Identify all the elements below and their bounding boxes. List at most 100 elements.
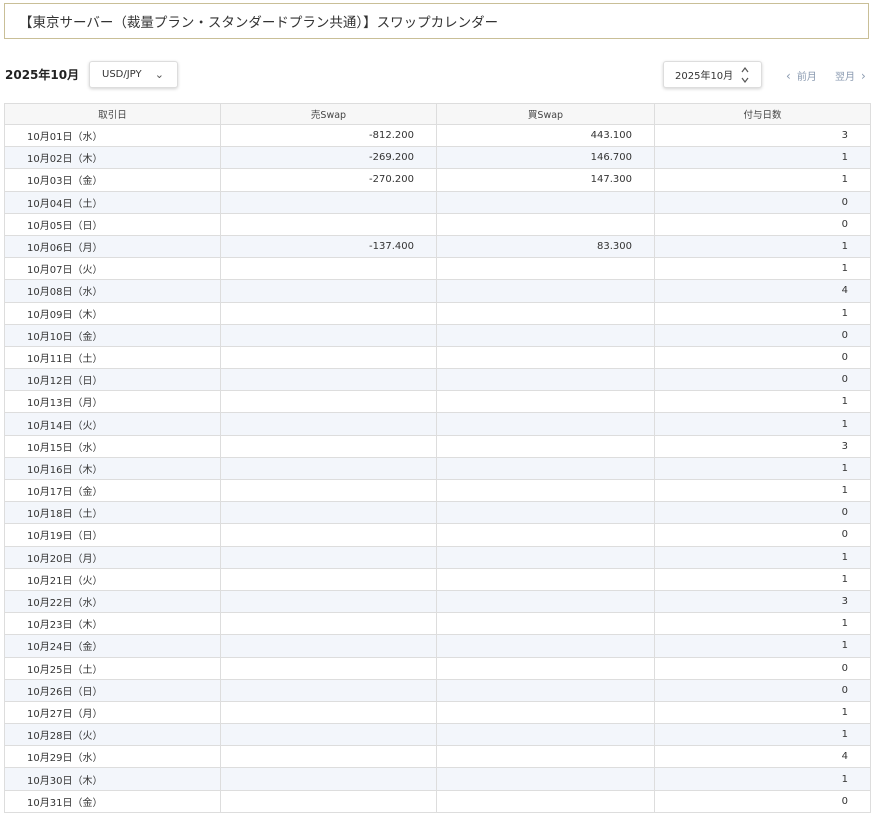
cell-sell-swap — [220, 723, 437, 747]
cell-days: 3 — [654, 123, 871, 148]
cell-buy-swap — [436, 501, 655, 525]
cell-buy-swap — [436, 368, 655, 392]
cell-buy-swap: 443.100 — [436, 123, 655, 148]
page-title: 【東京サーバー（裁量プラン・スタンダードプラン共通）】スワップカレンダー — [4, 3, 869, 39]
cell-days: 1 — [654, 567, 871, 591]
cell-days: 0 — [654, 501, 871, 525]
cell-trade-date: 10月21日（火） — [4, 567, 221, 591]
cell-days: 1 — [654, 390, 871, 414]
cell-buy-swap — [436, 723, 655, 747]
cell-days: 1 — [654, 301, 871, 325]
cell-days: 3 — [654, 434, 871, 458]
cell-days: 1 — [654, 478, 871, 503]
chevron-left-icon: ‹ — [786, 68, 791, 83]
table-row: 10月22日（水） 3 — [4, 589, 871, 614]
table-row: 10月28日（火） 1 — [4, 723, 871, 747]
cell-sell-swap — [220, 412, 437, 436]
table-row: 10月07日（火） 1 — [4, 257, 871, 281]
cell-days: 1 — [654, 234, 871, 259]
currency-pair-select[interactable]: USD/JPY ⌄ — [89, 61, 178, 88]
cell-sell-swap — [220, 612, 437, 636]
prev-month-link[interactable]: ‹ 前月 — [786, 68, 817, 84]
cell-days: 1 — [654, 168, 871, 192]
cell-days: 1 — [654, 257, 871, 281]
cell-buy-swap — [436, 301, 655, 325]
table-row: 10月26日（日） 0 — [4, 678, 871, 702]
table-row: 10月16日（木） 1 — [4, 456, 871, 481]
cell-trade-date: 10月11日（土） — [4, 345, 221, 370]
cell-sell-swap: -269.200 — [220, 146, 437, 170]
cell-sell-swap — [220, 368, 437, 392]
cell-trade-date: 10月30日（木） — [4, 767, 221, 791]
cell-days: 1 — [654, 412, 871, 436]
cell-buy-swap — [436, 456, 655, 481]
table-row: 10月05日（日） 0 — [4, 212, 871, 236]
cell-trade-date: 10月05日（日） — [4, 212, 221, 236]
current-month-label: 2025年10月 — [5, 68, 80, 82]
table-row: 10月23日（木） 1 — [4, 612, 871, 636]
cell-buy-swap — [436, 767, 655, 791]
cell-sell-swap: -812.200 — [220, 123, 437, 148]
cell-days: 1 — [654, 700, 871, 725]
cell-sell-swap — [220, 700, 437, 725]
cell-buy-swap — [436, 545, 655, 569]
cell-buy-swap: 147.300 — [436, 168, 655, 192]
table-row: 10月13日（月） 1 — [4, 390, 871, 414]
table-row: 10月09日（木） 1 — [4, 301, 871, 325]
cell-buy-swap: 146.700 — [436, 146, 655, 170]
table-row: 10月15日（水） 3 — [4, 434, 871, 458]
table-row: 10月27日（月） 1 — [4, 700, 871, 725]
prev-month-label: 前月 — [796, 72, 817, 83]
table-row: 10月11日（土） 0 — [4, 345, 871, 370]
cell-trade-date: 10月27日（月） — [4, 700, 221, 725]
cell-sell-swap — [220, 478, 437, 503]
cell-trade-date: 10月18日（土） — [4, 501, 221, 525]
cell-trade-date: 10月15日（水） — [4, 434, 221, 458]
month-select[interactable]: 2025年10月 — [663, 61, 762, 88]
cell-buy-swap — [436, 257, 655, 281]
cell-days: 0 — [654, 345, 871, 370]
cell-sell-swap — [220, 589, 437, 614]
cell-trade-date: 10月09日（木） — [4, 301, 221, 325]
cell-trade-date: 10月20日（月） — [4, 545, 221, 569]
chevron-right-icon: › — [861, 68, 866, 83]
header-buy-swap: 買Swap — [436, 103, 655, 125]
cell-buy-swap — [436, 323, 655, 347]
cell-trade-date: 10月06日（月） — [4, 234, 221, 259]
cell-days: 4 — [654, 279, 871, 303]
cell-sell-swap — [220, 257, 437, 281]
table-header-row: 取引日 売Swap 買Swap 付与日数 — [4, 103, 871, 125]
month-select-value: 2025年10月 — [675, 71, 734, 82]
cell-trade-date: 10月28日（火） — [4, 723, 221, 747]
cell-sell-swap — [220, 656, 437, 680]
cell-trade-date: 10月25日（土） — [4, 656, 221, 680]
cell-days: 1 — [654, 146, 871, 170]
cell-days: 4 — [654, 745, 871, 769]
header-days: 付与日数 — [654, 103, 871, 125]
table-row: 10月04日（土） 0 — [4, 190, 871, 214]
cell-days: 0 — [654, 523, 871, 547]
table-row: 10月19日（日） 0 — [4, 523, 871, 547]
swap-calendar-table: 取引日 売Swap 買Swap 付与日数 10月01日（水） -812.200 44… — [4, 103, 871, 813]
cell-days: 0 — [654, 323, 871, 347]
cell-buy-swap — [436, 567, 655, 591]
currency-pair-value: USD/JPY — [102, 69, 142, 80]
cell-sell-swap — [220, 323, 437, 347]
next-month-link[interactable]: 翌月 › — [835, 68, 866, 84]
cell-days: 0 — [654, 789, 871, 813]
cell-sell-swap — [220, 567, 437, 591]
table-row: 10月14日（火） 1 — [4, 412, 871, 436]
cell-trade-date: 10月29日（水） — [4, 745, 221, 769]
cell-trade-date: 10月16日（木） — [4, 456, 221, 481]
cell-buy-swap — [436, 656, 655, 680]
cell-buy-swap — [436, 612, 655, 636]
cell-sell-swap — [220, 634, 437, 658]
table-row: 10月02日（木） -269.200 146.700 1 — [4, 146, 871, 170]
cell-trade-date: 10月07日（火） — [4, 257, 221, 281]
page-title-text: 【東京サーバー（裁量プラン・スタンダードプラン共通）】スワップカレンダー — [19, 15, 499, 31]
cell-days: 3 — [654, 589, 871, 614]
cell-buy-swap: 83.300 — [436, 234, 655, 259]
cell-trade-date: 10月14日（火） — [4, 412, 221, 436]
cell-days: 0 — [654, 368, 871, 392]
cell-buy-swap — [436, 789, 655, 813]
